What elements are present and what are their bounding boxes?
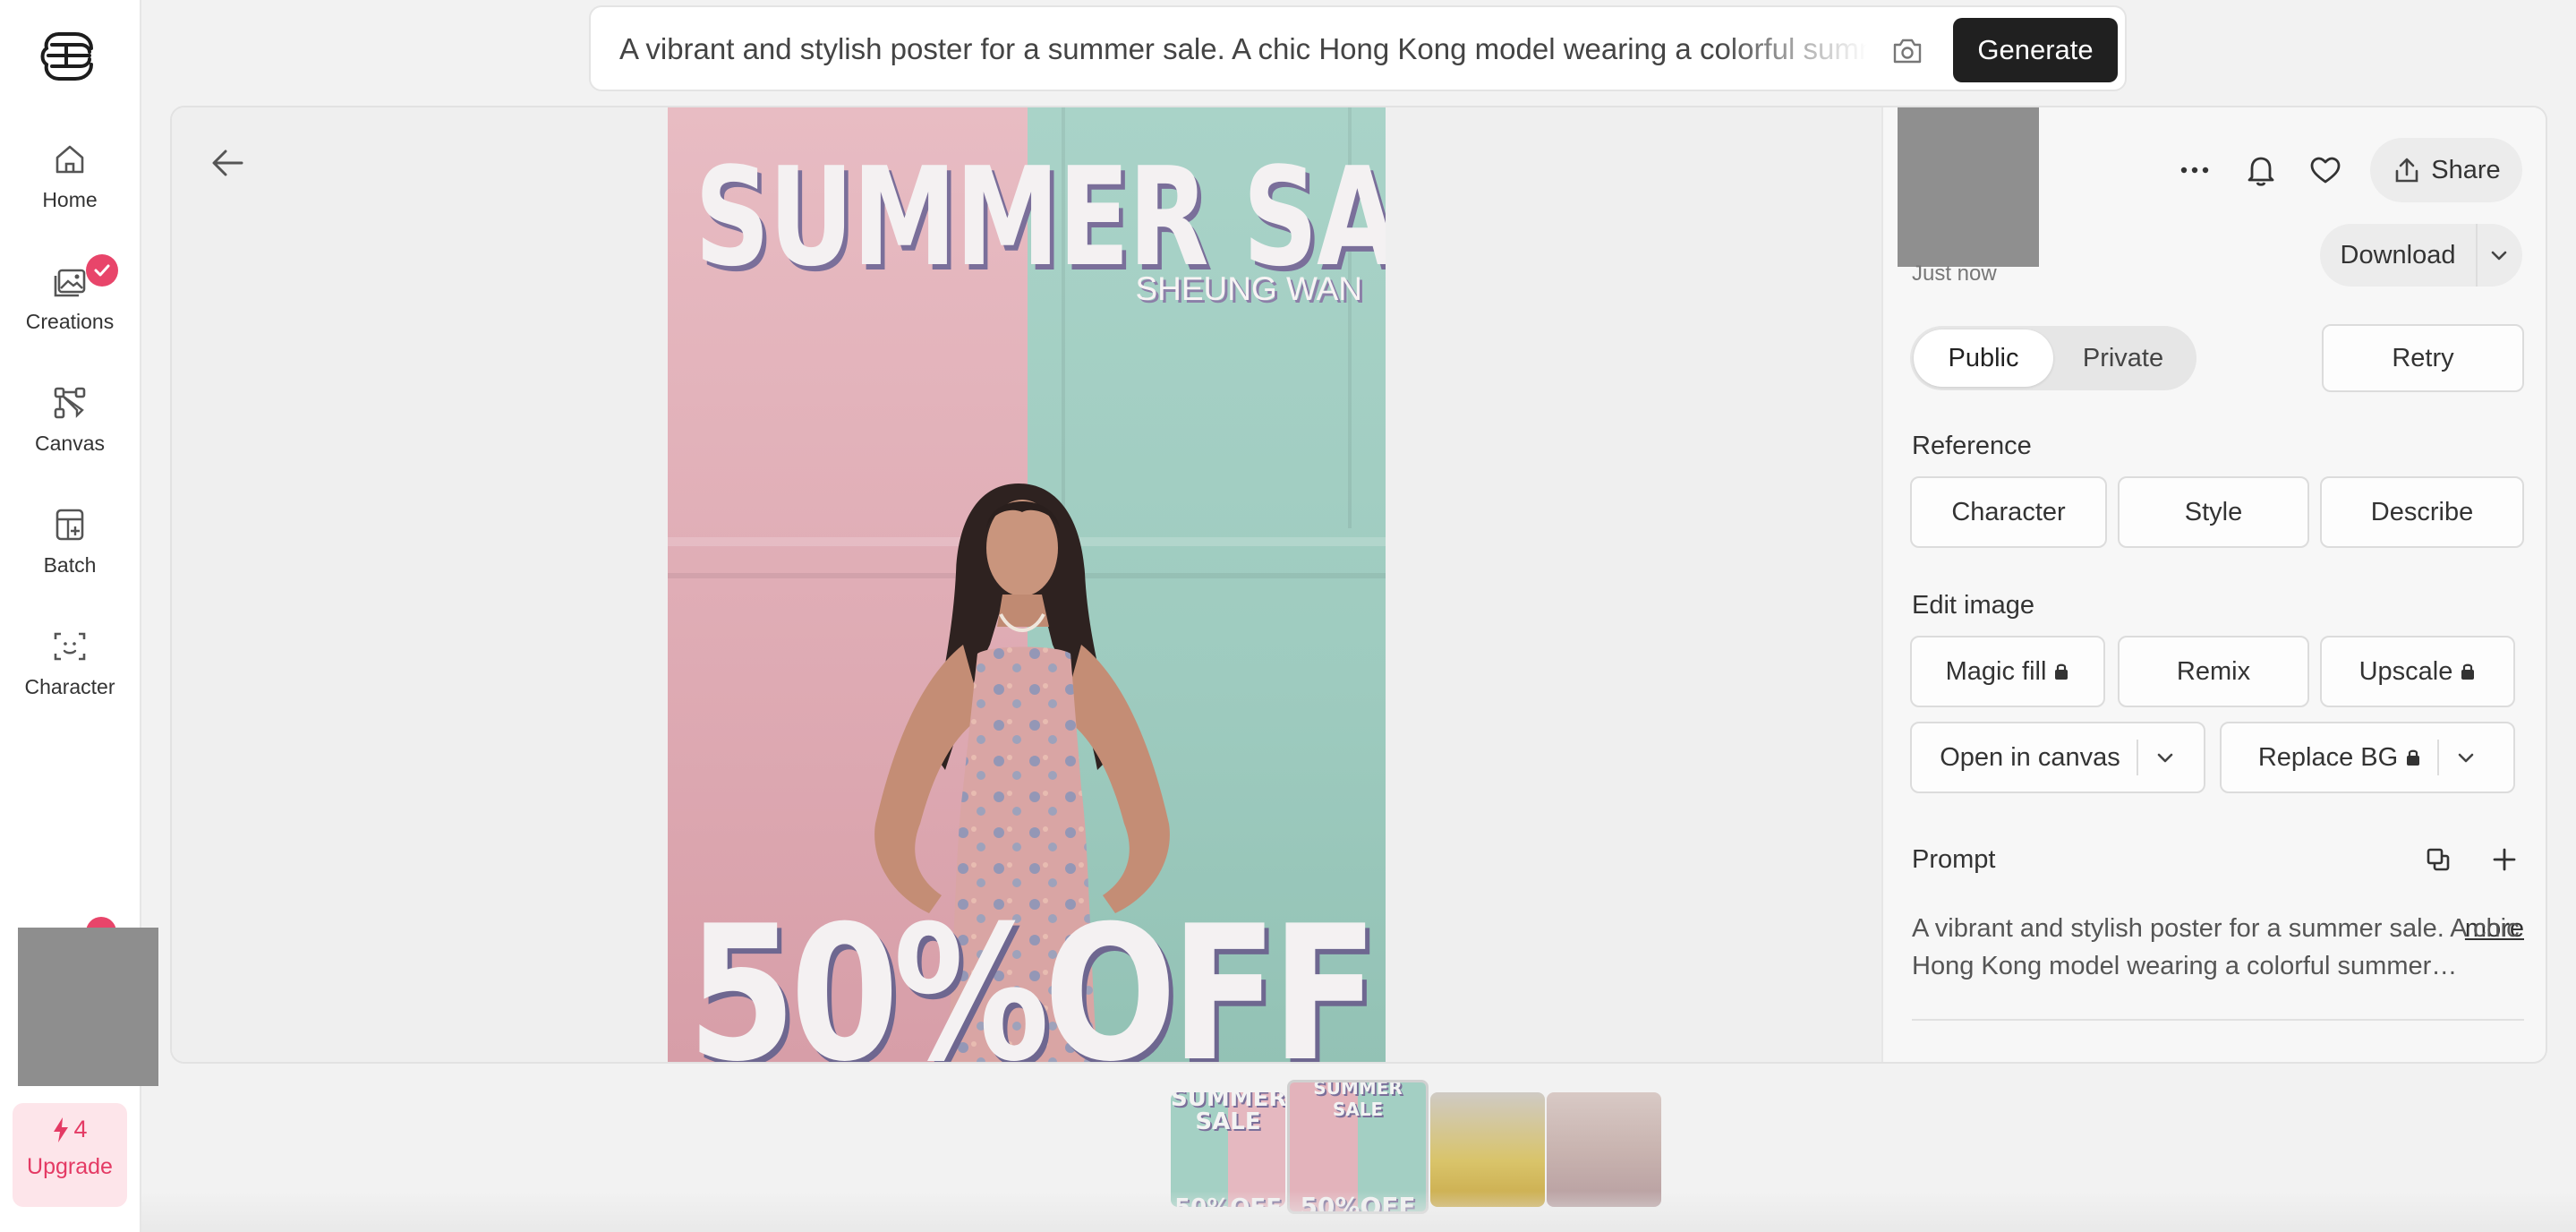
upload-icon xyxy=(2395,158,2418,183)
copy-icon[interactable] xyxy=(2420,842,2456,877)
reference-heading: Reference xyxy=(1912,432,2032,460)
prompt-body-text: A vibrant and stylish poster for a summe… xyxy=(1912,914,2520,980)
details-panel: Just now Share Download Public Private R… xyxy=(1881,107,2546,1062)
prompt-input[interactable]: A vibrant and stylish poster for a summe… xyxy=(619,32,1867,66)
upgrade-label: Upgrade xyxy=(27,1154,113,1179)
thumbnail-2[interactable]: SUMMER SALE 50%OFF xyxy=(1287,1080,1429,1214)
replace-bg-split-button: Replace BG xyxy=(2220,722,2515,793)
split-divider xyxy=(2136,740,2138,775)
thumbnail-strip: SUMMER SALE 50%OFF SUMMER SALE 50%OFF xyxy=(1171,1080,1661,1214)
reference-style-button[interactable]: Style xyxy=(2118,476,2309,548)
credits-count: 4 xyxy=(13,1116,127,1143)
plus-icon[interactable] xyxy=(2486,842,2522,877)
download-split-button: Download xyxy=(2320,224,2522,287)
sidebar-item-label: Batch xyxy=(43,553,97,577)
open-in-canvas-split-button: Open in canvas xyxy=(1910,722,2205,793)
thumbnail-1[interactable]: SUMMER SALE 50%OFF xyxy=(1171,1092,1285,1207)
poster-image: SUMMER SALE SHEUNG WAN 50%OFF xyxy=(668,107,1386,1064)
private-option[interactable]: Private xyxy=(2053,329,2193,387)
remix-button[interactable]: Remix xyxy=(2118,636,2309,707)
chevron-down-icon[interactable] xyxy=(2455,747,2477,768)
share-button[interactable]: Share xyxy=(2370,138,2522,202)
lightning-icon xyxy=(54,1116,69,1142)
canvas-icon xyxy=(54,387,86,419)
upscale-label: Upscale xyxy=(2358,656,2453,686)
character-icon xyxy=(54,632,86,661)
creator-avatar[interactable] xyxy=(1898,107,2039,267)
bell-icon[interactable] xyxy=(2239,149,2282,192)
heart-icon[interactable] xyxy=(2304,149,2347,192)
sidebar-item-label: Canvas xyxy=(35,432,105,455)
image-viewer: SUMMER SALE SHEUNG WAN 50%OFF xyxy=(172,107,1881,1064)
lock-icon xyxy=(2055,663,2068,680)
sidebar-item-creations[interactable]: Creations xyxy=(0,254,140,369)
visibility-toggle: Public Private xyxy=(1910,326,2196,390)
prompt-heading: Prompt xyxy=(1912,845,1996,874)
thumbnail-3[interactable] xyxy=(1430,1092,1545,1207)
lock-icon xyxy=(2407,749,2420,766)
back-arrow-icon[interactable] xyxy=(206,141,249,184)
upscale-button[interactable]: Upscale xyxy=(2320,636,2515,707)
sidebar-item-character[interactable]: Character xyxy=(0,627,140,734)
more-options-icon[interactable] xyxy=(2173,149,2216,192)
images-icon xyxy=(54,269,86,297)
home-icon xyxy=(55,145,84,174)
share-label: Share xyxy=(2431,155,2501,184)
sidebar-item-label: Home xyxy=(42,188,98,211)
sidebar-item-canvas[interactable]: Canvas xyxy=(0,383,140,491)
upgrade-button[interactable]: 4 Upgrade xyxy=(13,1103,127,1207)
download-button[interactable]: Download xyxy=(2320,224,2478,287)
prompt-text: A vibrant and stylish poster for a summe… xyxy=(1912,910,2524,985)
sidebar-item-batch[interactable]: Batch xyxy=(0,505,140,612)
poster-subtitle: SHEUNG WAN xyxy=(1135,270,1362,307)
camera-icon[interactable] xyxy=(1890,34,1924,68)
brain-logo-icon[interactable] xyxy=(39,27,98,86)
thumbnail-4[interactable] xyxy=(1547,1092,1661,1207)
magic-fill-button[interactable]: Magic fill xyxy=(1910,636,2105,707)
check-badge-icon xyxy=(86,254,118,287)
sidebar-item-home[interactable]: Home xyxy=(0,140,140,247)
batch-icon xyxy=(55,509,84,541)
avatar[interactable] xyxy=(18,928,158,1086)
sidebar-item-label: Character xyxy=(24,675,115,698)
reference-character-button[interactable]: Character xyxy=(1910,476,2107,548)
sidebar-item-label: Creations xyxy=(25,310,115,333)
lock-icon xyxy=(2461,663,2475,680)
download-options-button[interactable] xyxy=(2478,224,2521,287)
sidebar: Home Creations Canvas Batch Character 4 … xyxy=(0,0,158,1232)
retry-button[interactable]: Retry xyxy=(2322,324,2524,392)
created-time: Just now xyxy=(1912,261,1997,286)
poster-discount: 50%OFF xyxy=(687,886,1378,1064)
open-in-canvas-button[interactable]: Open in canvas xyxy=(1940,743,2120,773)
replace-bg-button[interactable]: Replace BG xyxy=(2258,743,2398,773)
edit-image-heading: Edit image xyxy=(1912,591,2035,620)
divider xyxy=(1912,1019,2524,1021)
reference-describe-button[interactable]: Describe xyxy=(2320,476,2524,548)
main-panel: SUMMER SALE SHEUNG WAN 50%OFF Just now S… xyxy=(170,106,2547,1064)
chevron-down-icon[interactable] xyxy=(2154,747,2176,768)
chevron-down-icon xyxy=(2491,251,2507,261)
split-divider xyxy=(2437,740,2440,775)
public-option[interactable]: Public xyxy=(1914,329,2053,387)
generate-button[interactable]: Generate xyxy=(1953,18,2118,82)
prompt-bar: A vibrant and stylish poster for a summe… xyxy=(589,5,2127,91)
magic-fill-label: Magic fill xyxy=(1945,656,2047,686)
